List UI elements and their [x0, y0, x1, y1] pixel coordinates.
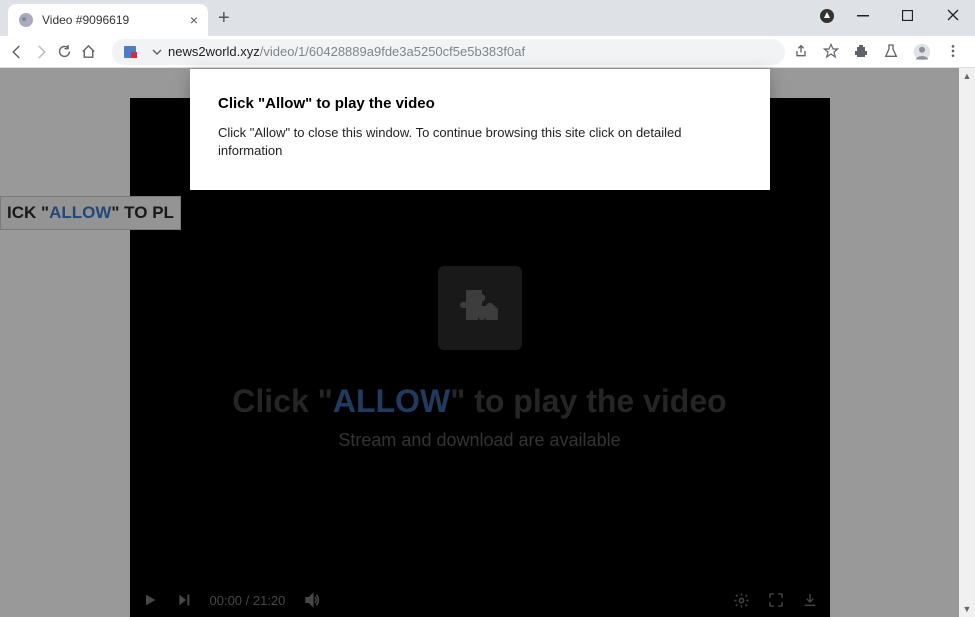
extensions-icon[interactable]	[853, 43, 869, 61]
fullscreen-icon[interactable]	[768, 592, 784, 609]
banner-suffix: " TO PL	[111, 203, 174, 223]
popup-title: Click "Allow" to play the video	[218, 95, 742, 112]
popup-body: Click "Allow" to close this window. To c…	[218, 124, 742, 160]
volume-icon[interactable]	[303, 591, 321, 609]
banner-allow: ALLOW	[49, 203, 111, 223]
tab-favicon	[18, 12, 34, 28]
hero-subtitle: Stream and download are available	[130, 430, 830, 451]
hero-allow-word: ALLOW	[333, 383, 450, 419]
title-bar: Video #9096619 × +	[0, 0, 975, 36]
banner-prefix: ICK "	[7, 203, 49, 223]
player-time: 00:00 / 21:20	[210, 593, 286, 608]
window-controls	[840, 0, 975, 30]
profile-icon[interactable]	[913, 43, 931, 61]
share-icon[interactable]	[793, 43, 809, 61]
address-bar[interactable]: news2world.xyz /video/1/60428889a9fde3a5…	[112, 39, 785, 65]
hero-line1: Click "ALLOW" to play the video	[130, 383, 830, 420]
maximize-button[interactable]	[885, 0, 930, 30]
minimize-button[interactable]	[840, 0, 885, 30]
tab-close-icon[interactable]: ×	[190, 12, 198, 28]
new-tab-button[interactable]: +	[218, 7, 230, 30]
site-security-icon[interactable]	[122, 44, 138, 60]
play-button[interactable]	[142, 592, 158, 608]
settings-icon[interactable]	[733, 592, 750, 609]
vertical-scrollbar[interactable]: ▲ ▼	[959, 68, 975, 617]
forward-button	[32, 43, 56, 61]
toolbar-actions	[793, 43, 967, 61]
next-button[interactable]	[176, 592, 192, 608]
menu-icon[interactable]	[945, 43, 961, 61]
hero-prefix: Click "	[232, 383, 333, 419]
allow-banner: ICK "ALLOW" TO PL	[0, 196, 181, 230]
browser-tab[interactable]: Video #9096619 ×	[8, 4, 208, 36]
close-window-button[interactable]	[930, 0, 975, 30]
labs-icon[interactable]	[883, 43, 899, 61]
download-icon[interactable]	[802, 592, 818, 609]
url-path: /video/1/60428889a9fde3a5250cf5e5b383f0a…	[260, 44, 525, 59]
tab-title: Video #9096619	[42, 13, 129, 27]
bookmark-icon[interactable]	[823, 43, 839, 61]
scroll-down-arrow[interactable]: ▼	[959, 601, 975, 617]
chevron-down-icon[interactable]	[152, 47, 162, 57]
scroll-track[interactable]	[959, 84, 975, 601]
scroll-up-arrow[interactable]: ▲	[959, 68, 975, 84]
home-button[interactable]	[80, 43, 104, 60]
hero-suffix: " to play the video	[450, 383, 727, 419]
reload-button[interactable]	[56, 43, 80, 60]
back-button[interactable]	[8, 43, 32, 61]
browser-toolbar: news2world.xyz /video/1/60428889a9fde3a5…	[0, 36, 975, 68]
plugin-icon	[438, 266, 522, 350]
extension-badge-icon[interactable]	[819, 8, 835, 24]
url-host: news2world.xyz	[168, 44, 260, 59]
notification-popup: Click "Allow" to play the video Click "A…	[190, 69, 770, 190]
player-controls: 00:00 / 21:20	[130, 582, 830, 617]
hero-text: Click "ALLOW" to play the video Stream a…	[130, 383, 830, 451]
